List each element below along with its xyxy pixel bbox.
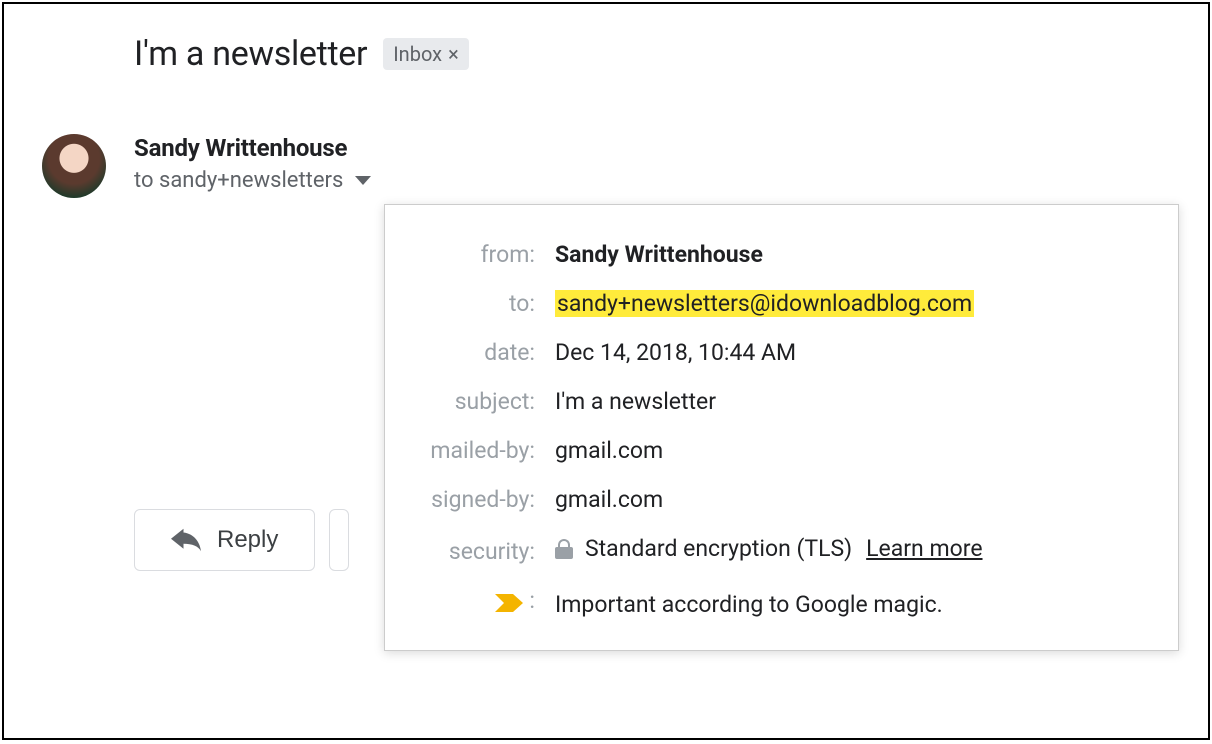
subject-header: I'm a newsletter Inbox × [4,4,1208,74]
sender-name: Sandy Writtenhouse [134,134,371,162]
value-security: Standard encryption (TLS) Learn more [555,535,983,562]
detail-row-importance: : Important according to Google magic. [405,587,1138,619]
importance-colon: : [529,587,535,614]
value-from: Sandy Writtenhouse [555,241,763,268]
value-to-email[interactable]: sandy+newsletters@idownloadblog.com [555,290,974,317]
label-importance: : [405,587,555,614]
value-date: Dec 14, 2018, 10:44 AM [555,339,796,366]
value-subject: I'm a newsletter [555,388,716,415]
message-details-popover: from: Sandy Writtenhouse to: sandy+newsl… [384,204,1179,651]
sender-row: Sandy Writtenhouse to sandy+newsletters [4,74,1208,198]
label-to: to: [405,290,555,317]
detail-row-date: date: Dec 14, 2018, 10:44 AM [405,339,1138,366]
close-icon[interactable]: × [448,42,459,66]
forward-button-partial[interactable] [329,509,349,571]
importance-marker-icon[interactable] [495,591,523,609]
learn-more-link[interactable]: Learn more [866,535,982,562]
recipient-summary-text: to sandy+newsletters [134,168,343,193]
label-signed-by: signed-by: [405,486,555,513]
value-importance: Important according to Google magic. [555,591,943,618]
detail-row-mailed-by: mailed-by: gmail.com [405,437,1138,464]
reply-icon [171,528,201,552]
reply-button[interactable]: Reply [134,509,315,571]
email-view: I'm a newsletter Inbox × Sandy Writtenho… [2,2,1210,740]
label-security: security: [405,538,555,565]
detail-row-signed-by: signed-by: gmail.com [405,486,1138,513]
value-signed-by: gmail.com [555,486,663,513]
label-chip[interactable]: Inbox × [383,38,469,70]
label-date: date: [405,339,555,366]
detail-row-security: security: Standard encryption (TLS) Lear… [405,535,1138,565]
email-subject: I'm a newsletter [134,34,367,74]
value-to: sandy+newsletters@idownloadblog.com [555,290,974,317]
label-subject: subject: [405,388,555,415]
recipient-summary-line[interactable]: to sandy+newsletters [134,168,371,193]
label-chip-text: Inbox [393,42,442,66]
detail-row-to: to: sandy+newsletters@idownloadblog.com [405,290,1138,317]
detail-row-subject: subject: I'm a newsletter [405,388,1138,415]
security-text: Standard encryption (TLS) [585,535,852,562]
action-row: Reply [4,509,349,571]
label-mailed-by: mailed-by: [405,437,555,464]
avatar[interactable] [42,134,106,198]
reply-label: Reply [217,526,278,554]
detail-row-from: from: Sandy Writtenhouse [405,241,1138,268]
chevron-down-icon[interactable] [355,176,371,185]
sender-info: Sandy Writtenhouse to sandy+newsletters [134,134,371,193]
lock-icon [555,539,573,559]
value-mailed-by: gmail.com [555,437,663,464]
label-from: from: [405,241,555,268]
